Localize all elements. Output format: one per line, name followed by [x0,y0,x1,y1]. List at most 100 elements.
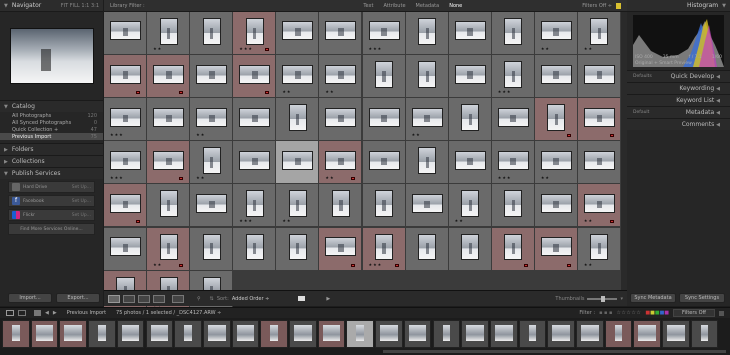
filmstrip-thumbnail[interactable] [346,320,375,348]
thumbnail-cell[interactable]: ★★ [276,184,320,228]
filmstrip-thumbnail[interactable] [2,320,30,348]
filmstrip-scrollbar[interactable] [383,350,726,353]
thumbnail-cell[interactable] [491,98,535,142]
filmstrip-thumbnail[interactable] [231,320,260,348]
catalog-item-all[interactable]: All Photographs 120 [0,112,103,119]
thumbnail-cell[interactable] [233,55,277,99]
thumbnail-cell[interactable] [190,55,234,99]
collection-badge-icon[interactable] [351,177,356,181]
slideshow-play-icon[interactable]: ▶ [326,296,330,302]
thumbnail-cell[interactable] [405,12,449,56]
star-rating[interactable]: ★★ [325,89,334,94]
collection-badge-icon[interactable] [609,220,614,224]
filmstrip-thumbnail[interactable] [489,320,518,348]
metadata-header[interactable]: Default Metadata ◀ [627,106,730,118]
filter-tab-text[interactable]: Text [363,3,373,9]
collection-badge-icon[interactable] [566,134,571,138]
quick-develop-header[interactable]: Defaults Quick Develop ◀ [627,70,730,82]
people-view-icon[interactable] [172,294,184,303]
star-rating[interactable]: ★★★ [110,132,124,137]
star-rating[interactable]: ★★ [584,262,593,267]
star-rating[interactable]: ★★ [584,218,593,223]
filmstrip-thumbnail[interactable] [662,320,690,348]
thumbnail-cell[interactable] [491,227,535,271]
filter-tab-metadata[interactable]: Metadata [416,3,440,9]
thumbnail-cell[interactable] [104,55,148,99]
compare-view-icon[interactable] [138,294,150,303]
thumbnail-cell[interactable] [362,184,406,228]
filmstrip-thumbnail[interactable] [145,320,174,348]
filmstrip-forward-icon[interactable]: ▶ [53,310,57,316]
thumbnail-cell[interactable]: ★★★ [362,12,406,56]
keywording-header[interactable]: Keywording ◀ [627,82,730,94]
thumbnail-cell[interactable]: ★★★ [104,141,148,185]
thumbnail-cell[interactable]: ★★ [577,12,621,56]
catalog-item-previous-import[interactable]: Previous Import 75 [0,133,103,140]
thumbnail-cell[interactable]: ★★ [405,98,449,142]
collections-header[interactable]: ▶ Collections [0,155,103,167]
filmstrip-monitor-1-icon[interactable] [6,310,14,316]
thumbnail-cell[interactable] [448,12,492,56]
star-rating[interactable]: ★★★ [239,46,253,51]
thumbnail-cell[interactable] [534,227,578,271]
thumbnail-cell[interactable] [319,98,363,142]
filmstrip-thumbnail[interactable] [289,320,317,348]
filmstrip-thumbnail[interactable] [202,320,231,348]
filmstrip-thumbnail[interactable] [260,320,288,348]
thumbnail-cell[interactable] [448,141,492,185]
filmstrip-thumbnail[interactable] [375,320,403,348]
star-rating[interactable]: ★★ [455,218,464,223]
filmstrip-filters-off-dropdown[interactable]: Filters Off [673,309,715,317]
collection-badge-icon[interactable] [179,91,184,95]
thumbnail-cell[interactable]: ★★ [190,141,234,185]
thumbnail-cell[interactable] [491,12,535,56]
star-rating[interactable]: ★★★ [239,218,253,223]
flag-icon[interactable] [298,296,306,301]
star-rating[interactable]: ★★ [196,175,205,180]
collection-badge-icon[interactable] [609,134,614,138]
comments-header[interactable]: Comments ◀ [627,118,730,130]
thumbnail-size-slider[interactable] [587,295,618,302]
thumbnail-cell[interactable] [104,227,148,271]
filmstrip-thumbnail[interactable] [403,320,432,348]
sort-direction-icon[interactable]: ⇅ [210,296,214,302]
filmstrip-thumbnail[interactable] [174,320,202,348]
star-rating[interactable]: ★★ [282,89,291,94]
metadata-default-dropdown[interactable]: Default [633,110,649,115]
thumbnail-cell[interactable] [319,227,363,271]
thumbnail-cell[interactable] [577,141,621,185]
thumbnail-cell[interactable]: ★★ [534,141,578,185]
filmstrip-thumbnail[interactable] [518,320,547,348]
thumbnail-cell[interactable]: ★★★ [362,227,406,271]
thumbnail-cell[interactable] [276,98,320,142]
thumbnail-cell[interactable] [104,12,148,56]
quick-develop-defaults[interactable]: Defaults [633,74,652,79]
filmstrip-thumbnail[interactable] [690,320,719,348]
filmstrip-back-icon[interactable]: ◀ [45,310,49,316]
catalog-item-quick[interactable]: Quick Collection +47 [0,126,103,133]
filmstrip-thumbnail[interactable] [317,320,346,348]
filmstrip-grid-icon[interactable] [34,310,41,316]
thumbnail-cell[interactable] [405,141,449,185]
sync-settings-button[interactable]: Sync Settings [679,293,725,303]
star-rating[interactable]: ★★ [541,46,550,51]
filmstrip-thumbnail[interactable] [432,320,461,348]
filmstrip-thumbnail[interactable] [461,320,489,348]
star-rating[interactable]: ★★ [541,175,550,180]
toolbar-menu-icon[interactable]: ▾ [620,296,623,302]
thumbnail-cell[interactable] [491,184,535,228]
thumbnail-cell[interactable] [190,184,234,228]
star-rating[interactable]: ★★★ [369,262,383,267]
filmstrip-star-filter[interactable]: ☆☆☆☆☆ [616,310,641,316]
navigator-header[interactable]: ▼ Navigator FIT FILL 1:1 3:1 [0,0,103,12]
thumbnail-cell[interactable] [276,141,320,185]
publish-services-header[interactable]: ▼ Publish Services [0,167,103,179]
collection-badge-icon[interactable] [179,177,184,181]
catalog-item-synced[interactable]: All Synced Photographs 0 [0,119,103,126]
thumbnail-cell[interactable] [104,184,148,228]
loupe-view-icon[interactable] [123,294,135,303]
star-rating[interactable]: ★★★ [498,89,512,94]
thumbnail-cell[interactable] [405,227,449,271]
filmstrip-thumbnail[interactable] [116,320,145,348]
collection-badge-icon[interactable] [265,48,270,52]
